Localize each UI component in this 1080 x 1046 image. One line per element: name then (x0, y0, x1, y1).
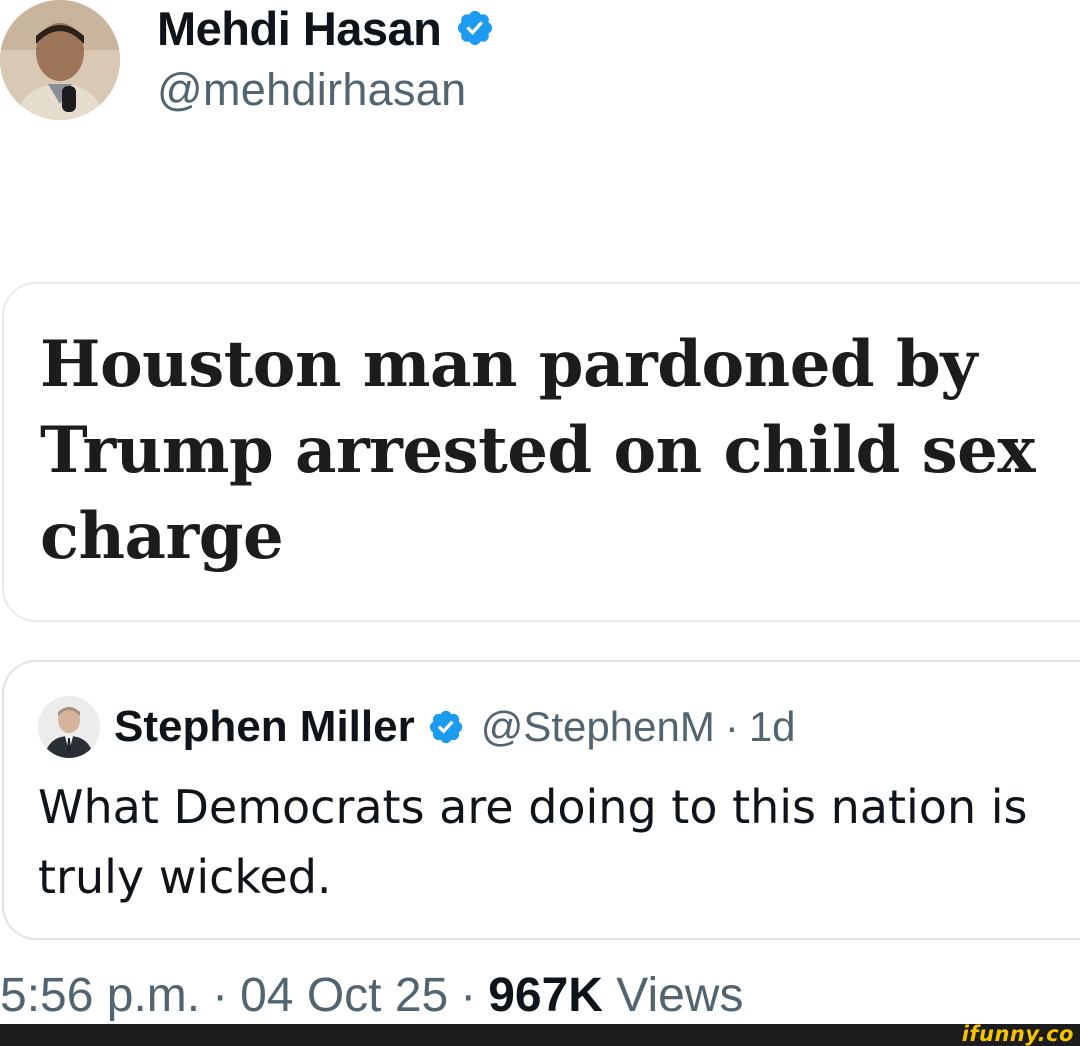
ifunny-watermark: ifunny.co (961, 1022, 1074, 1046)
quoted-author-avatar[interactable] (38, 696, 100, 758)
quoted-tweet-text: What Democrats are doing to this nation … (38, 780, 1028, 904)
tweet-screenshot: Mehdi Hasan @mehdirhasan Houston man par… (0, 0, 1080, 1046)
separator-dot: · (212, 969, 229, 1022)
tweet-meta: 5:56 p.m. · 04 Oct 25 · 967K Views (0, 968, 743, 1028)
author-avatar[interactable] (0, 0, 120, 120)
views-count: 967K (488, 969, 603, 1022)
person-avatar-icon (0, 0, 120, 120)
quoted-author-name[interactable]: Stephen Miller (114, 702, 415, 752)
views-stat[interactable]: 967K Views (488, 968, 743, 1023)
person-avatar-icon (38, 696, 100, 758)
verified-badge-icon (429, 710, 462, 744)
separator-dot: · (460, 969, 477, 1022)
link-headline: Houston man pardoned by Trump arrested o… (40, 327, 1036, 574)
quoted-tweet-card[interactable]: Stephen Miller @StephenM · 1d What Democ… (2, 660, 1080, 940)
author-name-row: Mehdi Hasan (157, 0, 495, 56)
separator-dot: · (724, 703, 739, 750)
quoted-author-handle[interactable]: @StephenM (481, 703, 715, 751)
tweet-date[interactable]: 04 Oct 25 (240, 968, 448, 1023)
link-preview-card[interactable]: Houston man pardoned by Trump arrested o… (2, 282, 1080, 622)
verified-badge-icon (458, 10, 493, 46)
author-name[interactable]: Mehdi Hasan (157, 1, 442, 56)
watermark-bar: ifunny.co (0, 1022, 1080, 1046)
quoted-tweet-header: Stephen Miller @StephenM · 1d (38, 696, 796, 758)
tweet-time[interactable]: 5:56 p.m. (0, 968, 200, 1023)
views-label: Views (616, 969, 744, 1022)
author-handle[interactable]: @mehdirhasan (157, 64, 466, 116)
quoted-tweet-time[interactable]: 1d (749, 703, 796, 751)
